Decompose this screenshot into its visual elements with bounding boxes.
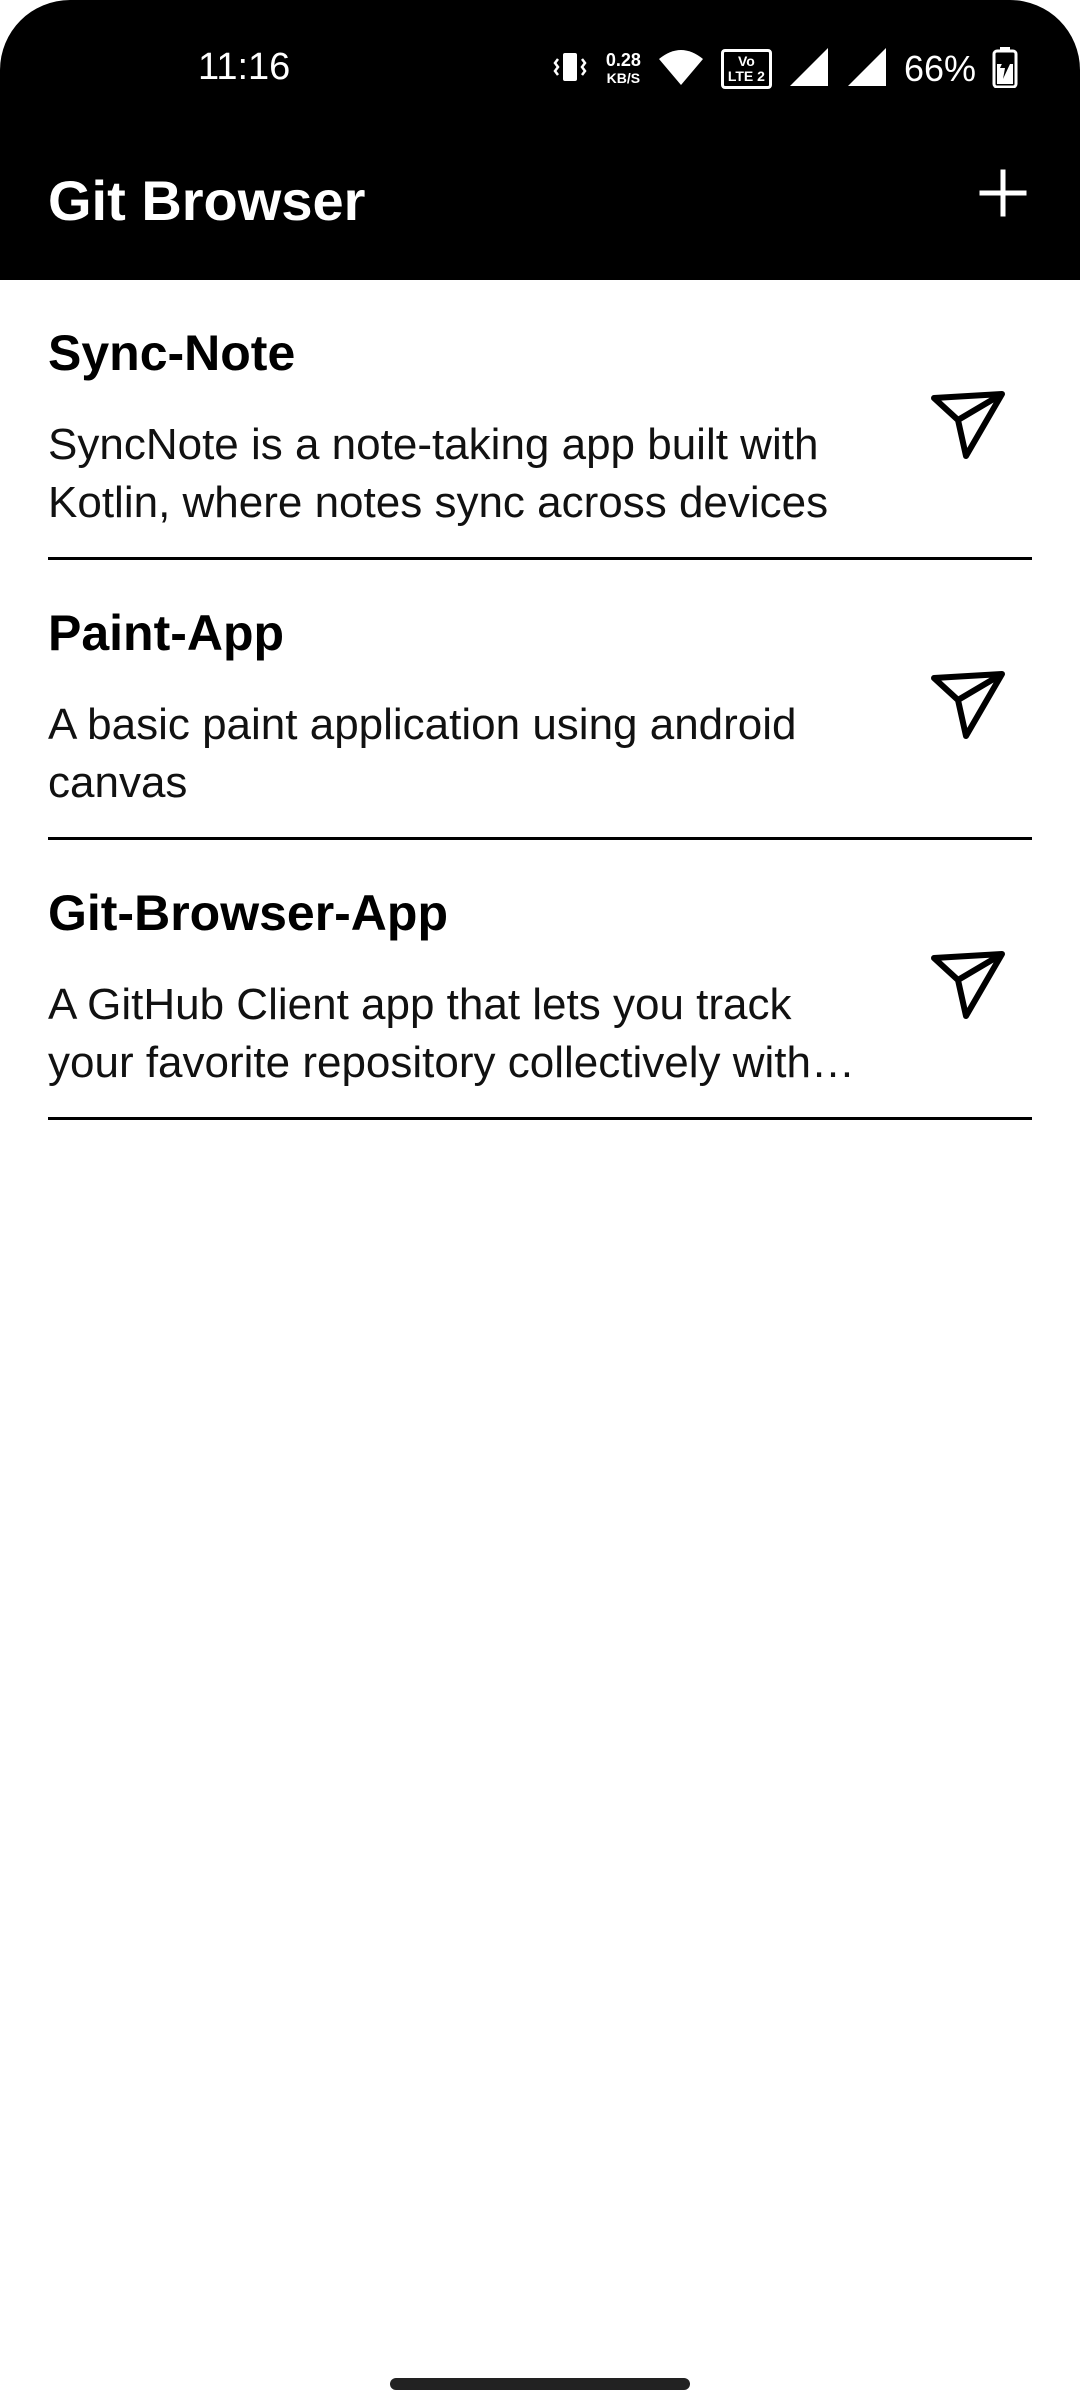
list-item[interactable]: Git-Browser-App A GitHub Client app that…: [48, 840, 1032, 1120]
signal-icon: [846, 46, 888, 93]
net-speed-unit: KB/S: [606, 70, 641, 86]
battery-percent: 66%: [903, 48, 976, 89]
repository-description: A GitHub Client app that lets you track …: [48, 980, 811, 1087]
send-icon: [922, 391, 1012, 474]
share-button[interactable]: [922, 660, 1012, 750]
net-speed: 0.28 KB/S: [606, 51, 641, 87]
send-icon: [922, 951, 1012, 1034]
repository-name: Git-Browser-App: [48, 885, 448, 941]
volte-icon: Vo LTE 2: [720, 49, 772, 89]
repository-name: Sync-Note: [48, 325, 296, 381]
signal-icon: [788, 46, 830, 93]
list-item[interactable]: Sync-Note SyncNote is a note-taking app …: [48, 280, 1032, 560]
plus-icon: [978, 168, 1028, 223]
battery-charging-icon: [992, 46, 1018, 93]
repository-description: A basic paint application using android …: [48, 700, 797, 807]
repository-description: SyncNote is a note-taking app built with…: [48, 420, 829, 527]
share-button[interactable]: [922, 940, 1012, 1030]
status-time: 11:16: [198, 46, 291, 88]
volte-top-label: Vo: [737, 53, 755, 69]
wifi-icon: [657, 47, 705, 92]
share-button[interactable]: [922, 380, 1012, 470]
status-icons: 0.28 KB/S Vo LTE 2 66%: [550, 44, 1018, 94]
vibrate-icon: [550, 47, 590, 92]
home-indicator[interactable]: [390, 2378, 690, 2390]
repository-list: Sync-Note SyncNote is a note-taking app …: [0, 280, 1080, 1120]
volte-bottom-label: LTE 2: [727, 68, 765, 84]
net-speed-value: 0.28: [605, 50, 641, 70]
list-item[interactable]: Paint-App A basic paint application usin…: [48, 560, 1032, 840]
repository-name: Paint-App: [48, 605, 285, 661]
status-bar: 11:16 0.28 KB/S Vo LTE 2 66%: [0, 0, 1080, 140]
send-icon: [922, 671, 1012, 754]
app-header: 11:16 0.28 KB/S Vo LTE 2 66% Git Browser: [0, 0, 1080, 280]
add-repository-button[interactable]: [968, 160, 1038, 230]
page-title: Git Browser: [48, 169, 366, 232]
